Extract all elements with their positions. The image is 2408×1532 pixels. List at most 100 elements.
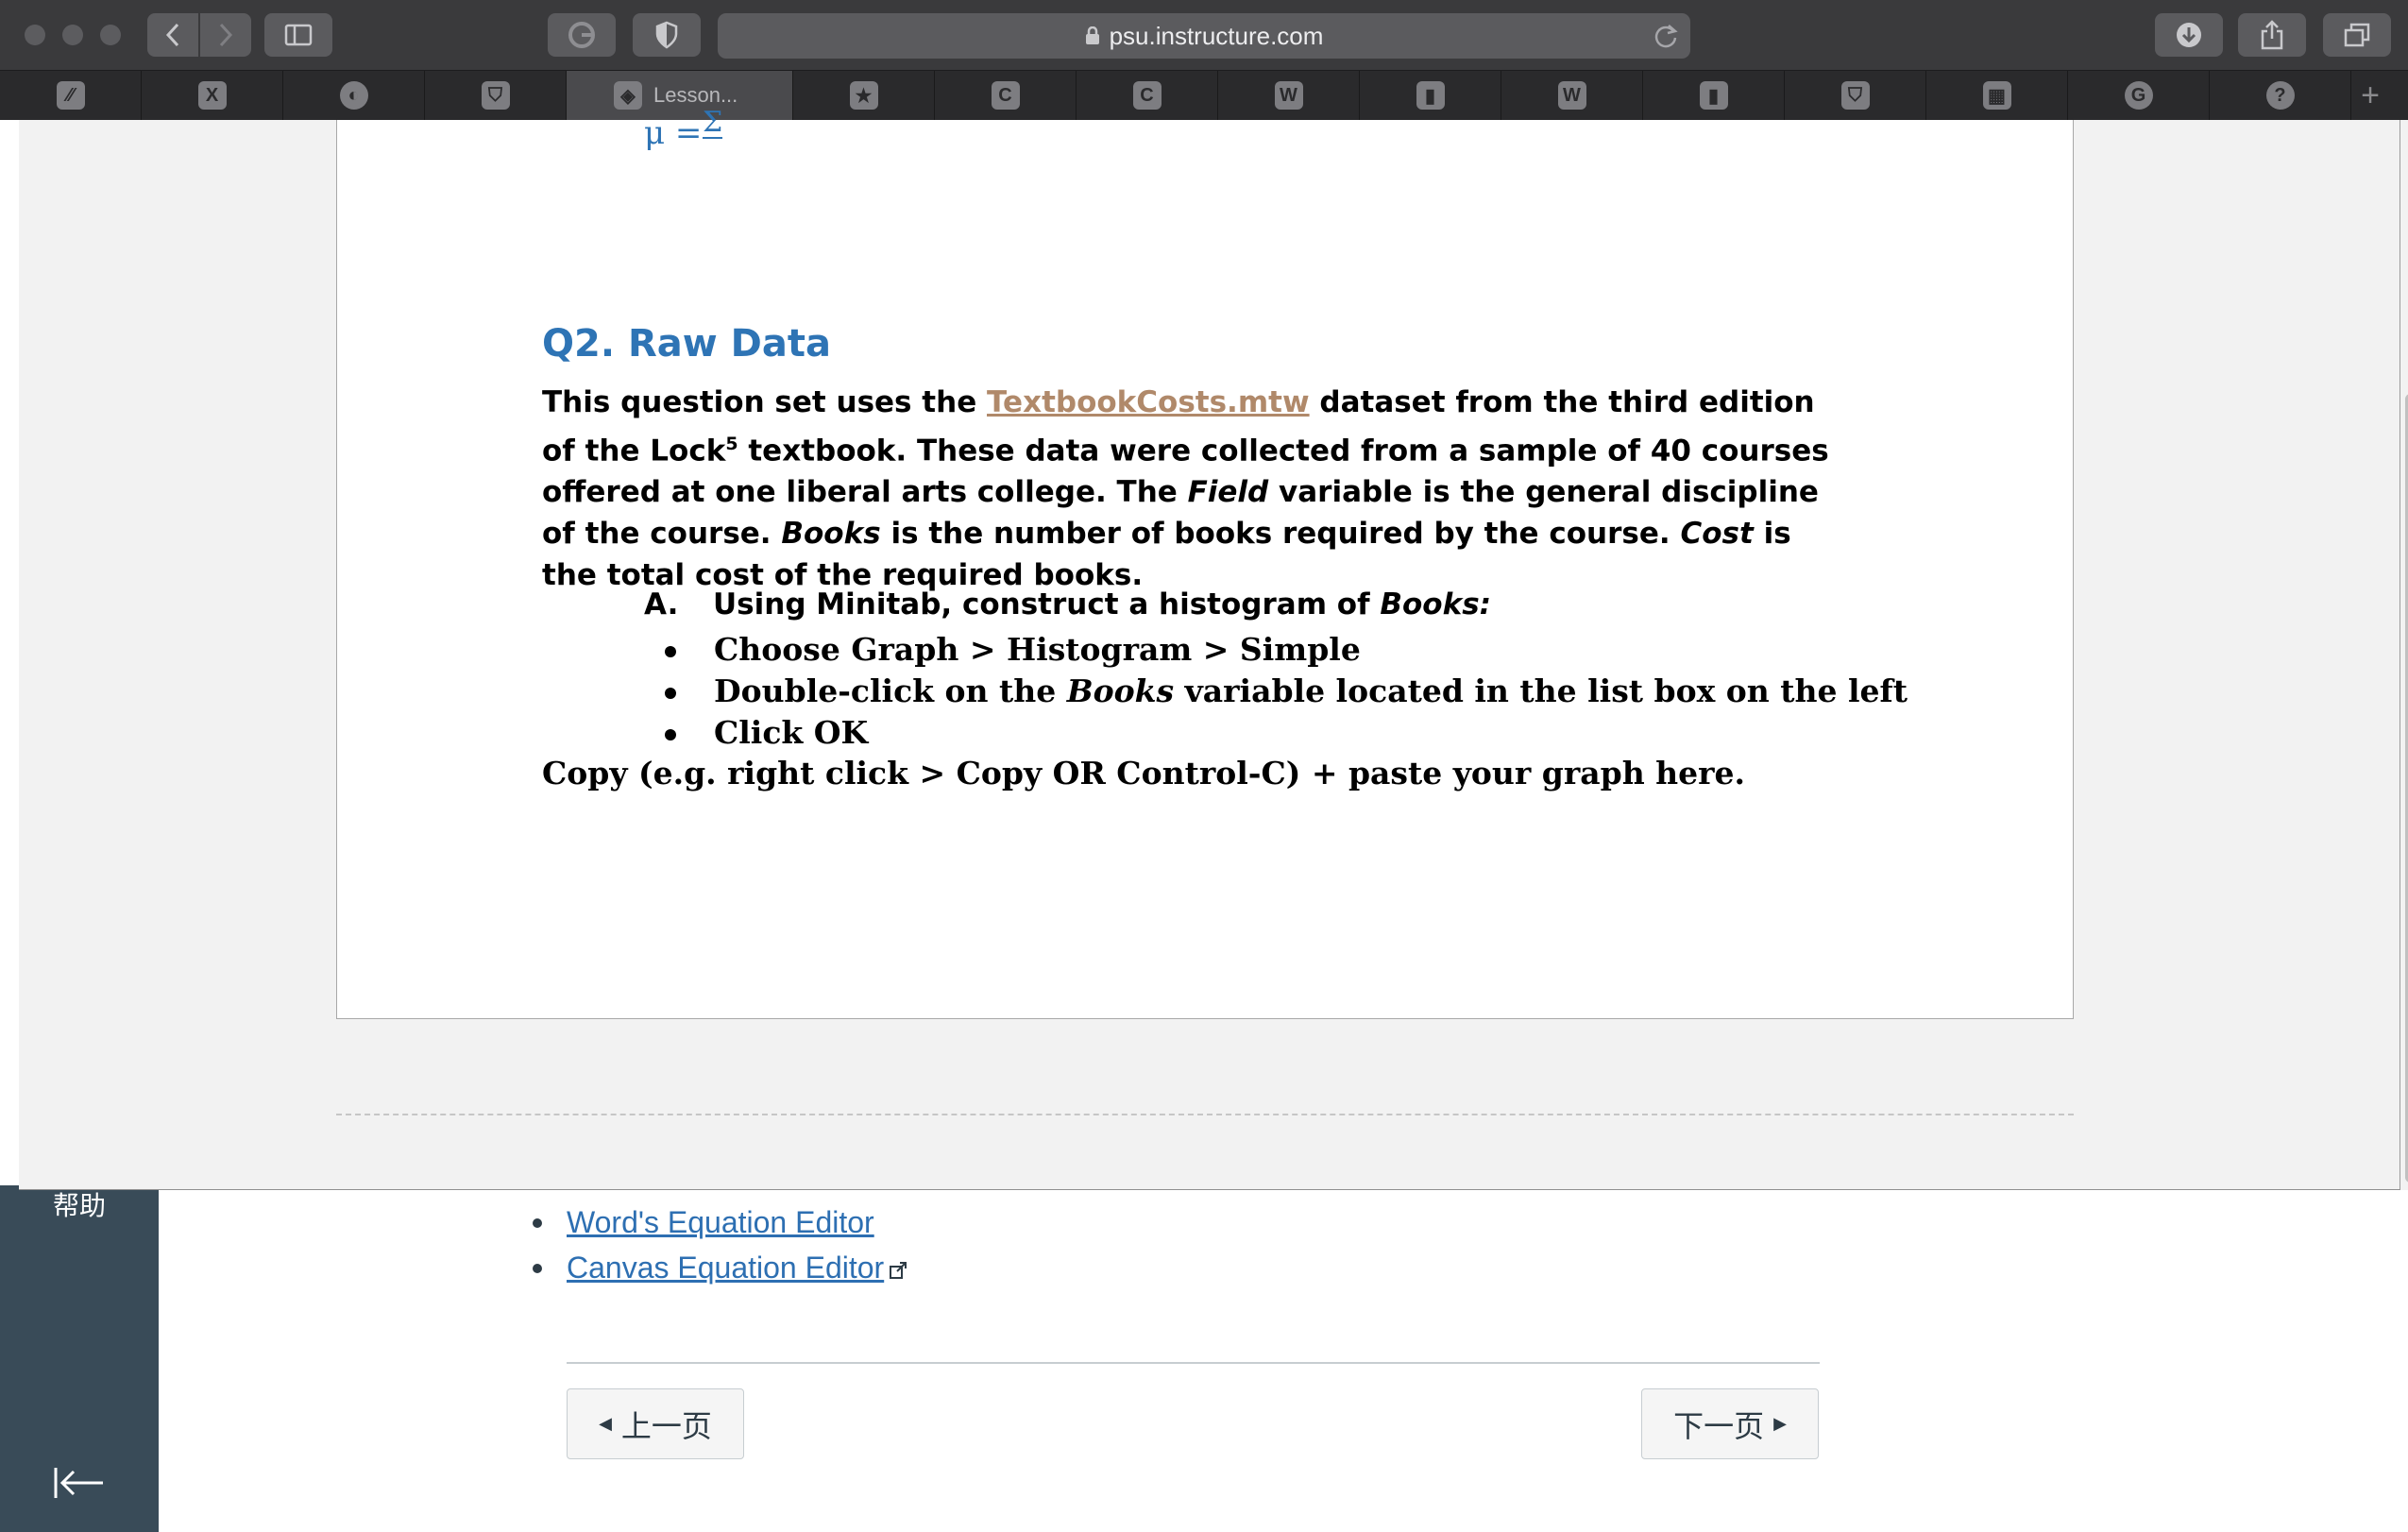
c-icon: C: [1132, 81, 1162, 110]
circle-logo-icon: ◐: [339, 81, 368, 110]
list-item: Canvas Equation Editor: [532, 1245, 907, 1290]
tab-7[interactable]: C: [935, 71, 1077, 120]
x-icon: X: [197, 81, 227, 110]
tab-4[interactable]: ⛉: [425, 71, 567, 120]
w-icon: W: [1557, 81, 1586, 110]
caret-left-icon: ◀: [599, 1414, 612, 1433]
next-page-button[interactable]: 下一页 ▶: [1641, 1388, 1819, 1459]
previous-label: 上一页: [620, 1408, 712, 1443]
address-bar[interactable]: psu.instructure.com: [718, 13, 1690, 59]
word-equation-editor-link[interactable]: Word's Equation Editor: [567, 1205, 874, 1239]
grammarly-icon: G: [2124, 81, 2153, 110]
footnote-marker: 5: [725, 434, 738, 454]
intro-text: is the number of books required by the c…: [880, 517, 1681, 552]
books-term: Books: [781, 517, 881, 552]
w-icon: W: [1274, 81, 1303, 110]
minimize-window-button[interactable]: [62, 25, 83, 45]
step-a-books-term: Books:: [1380, 587, 1492, 621]
nav-help-item[interactable]: 帮助: [0, 1185, 159, 1223]
caret-right-icon: ▶: [1773, 1414, 1787, 1433]
tab-overview-button[interactable]: [2323, 13, 2391, 57]
active-tab-label: Lesson...: [653, 83, 738, 107]
forward-button[interactable]: [200, 13, 251, 57]
download-icon: [2177, 23, 2201, 47]
step-a-text: Using Minitab, construct a histogram of …: [713, 587, 1491, 621]
document-preview-overlay: μ = Σ Q2. Raw Data This question set use…: [19, 109, 2408, 1190]
reload-icon[interactable]: [1653, 22, 1679, 50]
equation-links-list: Word's Equation Editor Canvas Equation E…: [532, 1200, 907, 1290]
tab-8[interactable]: C: [1077, 71, 1218, 120]
list-item: Choose Graph > Histogram > Simple: [665, 629, 1908, 671]
new-tab-button[interactable]: +: [2351, 71, 2389, 120]
mean-formula: μ = Σ: [644, 109, 723, 152]
slash-icon: ⁄⁄: [56, 81, 85, 110]
list-item: Double-click on the Books variable locat…: [665, 671, 1908, 712]
divider: [567, 1362, 1820, 1364]
page-break-divider: [336, 1114, 2074, 1115]
share-icon: [2261, 20, 2283, 50]
tab-2[interactable]: X: [142, 71, 283, 120]
previous-page-button[interactable]: ◀ 上一页: [567, 1388, 744, 1459]
instruction-bullets: Choose Graph > Histogram > Simple Double…: [665, 629, 1908, 754]
privacy-extension-button[interactable]: [633, 13, 701, 57]
share-button[interactable]: [2238, 13, 2306, 57]
sidebar-toggle-button[interactable]: [264, 13, 332, 57]
intro-paragraph: This question set uses the TextbookCosts…: [542, 382, 1855, 596]
browser-toolbar: psu.instructure.com: [0, 0, 2408, 71]
list-item: Word's Equation Editor: [532, 1200, 907, 1245]
tab-3[interactable]: ◐: [283, 71, 425, 120]
tab-13[interactable]: ⛉: [1785, 71, 1926, 120]
question-title: Q2. Raw Data: [542, 322, 831, 366]
c-icon: C: [991, 81, 1020, 110]
tab-11[interactable]: W: [1501, 71, 1643, 120]
tab-lesson-active[interactable]: ◈ Lesson...: [567, 71, 793, 120]
url-text: psu.instructure.com: [1109, 21, 1324, 50]
tab-15[interactable]: G: [2068, 71, 2210, 120]
field-term: Field: [1187, 475, 1269, 510]
tab-1[interactable]: ⁄⁄: [0, 71, 142, 120]
formula-prefix: μ =: [644, 114, 703, 152]
chevron-left-icon: [165, 23, 179, 47]
sidebar-icon: [284, 24, 313, 46]
grid-icon: ▦: [1982, 81, 2011, 110]
downloads-button[interactable]: [2155, 13, 2223, 57]
next-label: 下一页: [1673, 1408, 1765, 1443]
intro-text: This question set uses the: [542, 385, 988, 419]
close-window-button[interactable]: [25, 25, 45, 45]
formula-sigma: Σ: [703, 106, 723, 139]
grammarly-extension-button[interactable]: [548, 13, 616, 57]
lock-icon: [1085, 26, 1099, 44]
tab-10[interactable]: ▮: [1360, 71, 1501, 120]
bullet-text: Double-click on the: [714, 672, 1067, 709]
tab-9[interactable]: W: [1218, 71, 1360, 120]
tab-6[interactable]: ★: [793, 71, 935, 120]
shield-logo-icon: ⛉: [1840, 81, 1870, 110]
shield-logo-icon: ⛉: [481, 81, 510, 110]
zoom-window-button[interactable]: [100, 25, 121, 45]
collapse-nav-icon[interactable]: [53, 1464, 106, 1502]
tabs-icon: [2344, 23, 2370, 47]
dataset-link[interactable]: TextbookCosts.mtw: [987, 385, 1310, 419]
step-a-label: A.: [644, 587, 679, 621]
chevron-right-icon: [219, 23, 233, 47]
list-item: Click OK: [665, 712, 1908, 754]
tab-14[interactable]: ▦: [1926, 71, 2068, 120]
external-link-icon: [890, 1262, 907, 1279]
step-a-instruction: Using Minitab, construct a histogram of: [713, 587, 1381, 621]
star-icon: ★: [849, 81, 878, 110]
back-button[interactable]: [147, 13, 198, 57]
tab-bar: ⁄⁄ X ◐ ⛉ ◈ Lesson... ★ C C W ▮ W ▮ ⛉ ▦ G …: [0, 71, 2408, 120]
bullet-text: variable located in the list box on the …: [1174, 672, 1908, 709]
canvas-equation-editor-link[interactable]: Canvas Equation Editor: [567, 1251, 884, 1285]
bookmark-icon: ▮: [1416, 81, 1445, 110]
cost-term: Cost: [1680, 517, 1754, 552]
copy-instruction: Copy (e.g. right click > Copy OR Control…: [542, 755, 1746, 792]
lesson-icon: ◈: [614, 81, 642, 110]
grammarly-icon: [568, 22, 595, 48]
page-content-area: [159, 1185, 2408, 1532]
bookmark-icon: ▮: [1699, 81, 1728, 110]
help-icon: ?: [2265, 81, 2295, 110]
tab-16[interactable]: ?: [2210, 71, 2351, 120]
books-term: Books: [1066, 672, 1175, 709]
tab-12[interactable]: ▮: [1643, 71, 1785, 120]
